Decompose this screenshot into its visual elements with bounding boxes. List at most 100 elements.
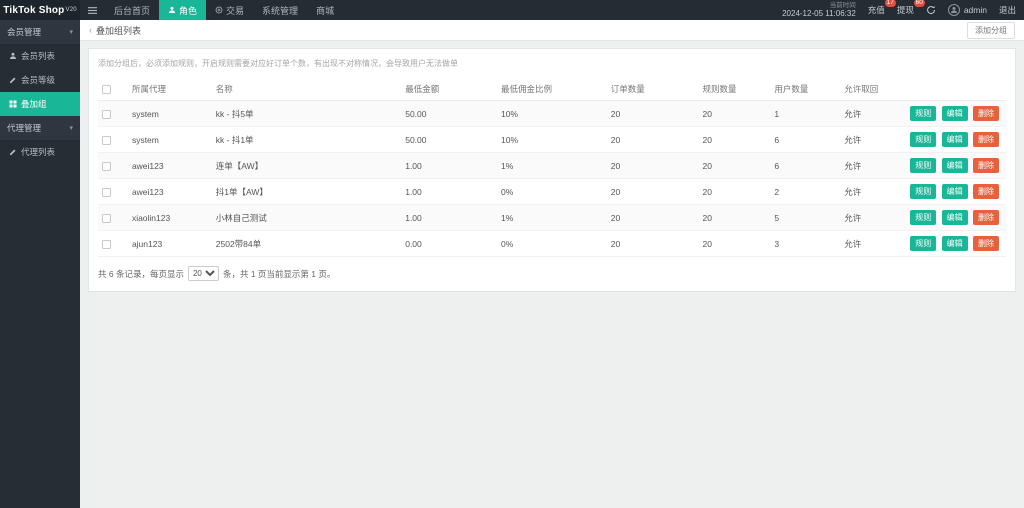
row-checkbox[interactable] [102,188,111,197]
cell-users: 6 [770,153,840,179]
nav-item-trade[interactable]: 交易 [206,0,253,20]
cell-rules: 20 [699,127,771,153]
withdraw-link[interactable]: 提现 60 [897,4,914,16]
cell-name: 抖1单【AW】 [212,179,401,205]
rules-button[interactable]: 规则 [910,210,936,225]
cell-users: 5 [770,205,840,231]
delete-button[interactable]: 删除 [973,210,999,225]
withdraw-badge: 60 [914,0,925,7]
table-row: xiaolin123 小林自己测试 1.00 1% 20 20 5 允许 规则 … [98,205,1006,231]
nav-item-system[interactable]: 系统管理 [253,0,307,20]
rules-button[interactable]: 规则 [910,158,936,173]
cell-min-amount: 1.00 [401,205,497,231]
col-actions [906,78,1006,101]
table-row: system kk - 抖1单 50.00 10% 20 20 6 允许 规则 … [98,127,1006,153]
cell-min-commission: 1% [497,205,607,231]
edit-button[interactable]: 编辑 [942,236,968,251]
rules-button[interactable]: 规则 [910,236,936,251]
col-min-commission: 最低佣金比例 [497,78,607,101]
cell-orders: 20 [607,153,699,179]
cell-agent: xiaolin123 [128,205,212,231]
user-menu[interactable]: admin [948,4,987,16]
table-row: awei123 抖1单【AW】 1.00 0% 20 20 2 允许 规则 编辑 [98,179,1006,205]
logout-button[interactable]: 退出 [999,4,1016,16]
topbar: TikTok ShopV20 后台首页 角色 交易 系统管理 商城 当前时间 2… [0,0,1024,20]
cell-min-commission: 1% [497,153,607,179]
coin-icon [215,6,223,14]
delete-button[interactable]: 删除 [973,158,999,173]
rules-button[interactable]: 规则 [910,106,936,121]
col-users: 用户数量 [770,78,840,101]
nav-item-mall[interactable]: 商城 [307,0,343,20]
nav-item-roles[interactable]: 角色 [159,0,206,20]
row-checkbox[interactable] [102,110,111,119]
col-rules: 规则数量 [699,78,771,101]
cell-allow: 允许 [840,179,906,205]
app-logo: TikTok ShopV20 [0,0,80,20]
person-icon [168,6,176,14]
col-allow: 允许取回 [840,78,906,101]
cell-name: 小林自己测试 [212,205,401,231]
cell-min-commission: 10% [497,127,607,153]
cell-rules: 20 [699,179,771,205]
cell-name: 连单【AW】 [212,153,401,179]
edit-button[interactable]: 编辑 [942,184,968,199]
select-all-checkbox[interactable] [102,85,111,94]
delete-button[interactable]: 删除 [973,184,999,199]
chevron-left-icon[interactable]: ‹ [89,25,92,35]
cell-agent: awei123 [128,153,212,179]
sidebar-group-members[interactable]: 会员管理 ▾ [0,20,80,44]
cell-rules: 20 [699,101,771,127]
cell-min-commission: 10% [497,101,607,127]
col-name: 名称 [212,78,401,101]
cell-users: 3 [770,231,840,257]
col-orders: 订单数量 [607,78,699,101]
cell-orders: 20 [607,127,699,153]
edit-button[interactable]: 编辑 [942,158,968,173]
recharge-link[interactable]: 充值 17 [868,4,885,16]
grid-icon [9,100,17,108]
row-checkbox[interactable] [102,136,111,145]
groups-table: 所属代理 名称 最低金额 最低佣金比例 订单数量 规则数量 用户数量 允许取回 [98,78,1006,257]
sidebar-item-member-level[interactable]: 会员等级 [0,68,80,92]
refresh-icon[interactable] [926,5,936,15]
per-page-select[interactable]: 20 [188,266,219,281]
sidebar-item-member-list[interactable]: 会员列表 [0,44,80,68]
rules-button[interactable]: 规则 [910,132,936,147]
sidebar-group-agents[interactable]: 代理管理 ▾ [0,116,80,140]
edit-button[interactable]: 编辑 [942,132,968,147]
sidebar-item-agent-list[interactable]: 代理列表 [0,140,80,164]
cell-min-amount: 0.00 [401,231,497,257]
cell-name: kk - 抖5单 [212,101,401,127]
cell-orders: 20 [607,205,699,231]
delete-button[interactable]: 删除 [973,132,999,147]
rules-button[interactable]: 规则 [910,184,936,199]
sidebar-item-stack-group[interactable]: 叠加组 [0,92,80,116]
cell-min-amount: 50.00 [401,127,497,153]
add-group-button[interactable]: 添加分组 [967,22,1015,39]
time-label: 当前时间 [782,2,856,9]
breadcrumb: ‹ 叠加组列表 添加分组 [80,20,1024,41]
pencil-icon [9,76,17,84]
row-checkbox[interactable] [102,214,111,223]
delete-button[interactable]: 删除 [973,106,999,121]
nav-item-home[interactable]: 后台首页 [105,0,159,20]
cell-agent: system [128,127,212,153]
delete-button[interactable]: 删除 [973,236,999,251]
avatar [948,4,960,16]
cell-allow: 允许 [840,231,906,257]
cell-min-amount: 1.00 [401,153,497,179]
cell-min-commission: 0% [497,231,607,257]
cell-rules: 20 [699,205,771,231]
chevron-down-icon: ▾ [69,124,73,132]
edit-button[interactable]: 编辑 [942,210,968,225]
topbar-right: 当前时间 2024-12-05 11:06:32 充值 17 提现 60 adm… [782,0,1024,20]
row-checkbox[interactable] [102,162,111,171]
row-checkbox[interactable] [102,240,111,249]
table-row: system kk - 抖5单 50.00 10% 20 20 1 允许 规则 … [98,101,1006,127]
menu-toggle-icon[interactable] [80,0,105,20]
sidebar: 会员管理 ▾ 会员列表 会员等级 叠加组 代理管理 ▾ 代理列表 [0,20,80,508]
cell-agent: system [128,101,212,127]
page-title: 叠加组列表 [96,24,141,37]
edit-button[interactable]: 编辑 [942,106,968,121]
